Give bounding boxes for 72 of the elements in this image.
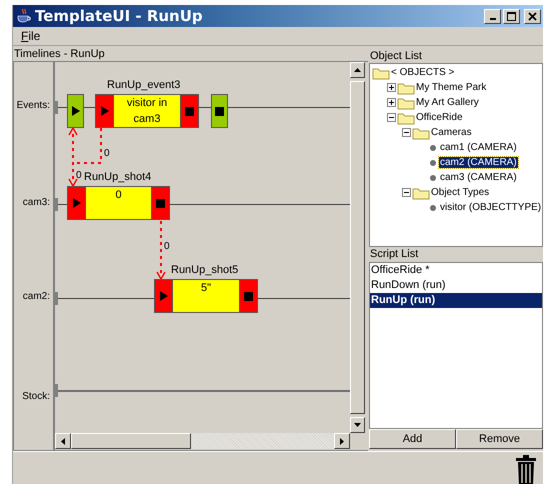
tree-item[interactable]: cam2 (CAMERA) [439,157,518,168]
delay-label: 0 [164,241,170,252]
close-button[interactable] [524,8,541,24]
trigger-start-block[interactable] [67,94,84,128]
trigger-end-block[interactable] [211,94,228,128]
scroll-right-icon [340,438,344,444]
block-text: 5" [200,281,212,296]
maximize-icon [507,12,516,20]
coffee-cup-icon [16,8,32,24]
stop-icon [156,198,165,208]
remove-button[interactable]: Remove [456,429,543,449]
lane-label: cam3: [22,197,50,208]
block-text: 0 [115,188,122,203]
play-icon [71,106,80,116]
tree-item[interactable]: cam1 (CAMERA) [439,142,518,153]
folder-icon [412,186,430,200]
tree-item[interactable]: My Theme Park [415,82,488,93]
block-text: visitor in cam3 [126,96,168,127]
dependency-arrow [156,221,166,280]
scroll-left-icon [61,438,65,444]
stop-icon [215,106,224,116]
collapse-icon[interactable] [387,113,396,122]
panel-title: Script List [369,247,420,261]
tree-item[interactable]: < OBJECTS > [390,67,456,78]
block-title: RunUp_event3 [107,79,180,91]
panel-title: Timelines - RunUp [13,47,106,61]
play-icon [100,106,109,116]
horizontal-scrollbar[interactable] [55,433,350,449]
minimize-icon [490,18,496,20]
lane-label: Events: [16,100,50,111]
trash-icon[interactable] [515,455,537,484]
shot-block[interactable]: 5" [154,279,258,313]
scroll-down-icon [354,423,361,427]
folder-icon [397,110,415,124]
menu-item[interactable]: File [19,29,42,43]
expand-icon[interactable] [387,83,396,92]
collapse-icon[interactable] [402,188,411,197]
play-icon [72,198,81,208]
lane-label: Stock: [22,391,50,402]
folder-icon [372,66,390,80]
script-item[interactable]: RunUp (run) [370,293,542,308]
event-block[interactable]: visitor in cam3 [95,94,199,128]
tree-item[interactable]: cam3 (CAMERA) [439,172,518,183]
shot-block[interactable]: 0 [67,186,170,220]
stop-icon [185,106,194,116]
folder-icon [397,96,415,110]
scroll-up-icon [354,68,361,72]
maximize-button[interactable] [503,8,520,24]
lane-label: cam2: [22,291,50,302]
delay-label: 0 [76,170,82,181]
expand-icon[interactable] [387,98,396,107]
collapse-icon[interactable] [402,128,411,137]
script-item[interactable]: OfficeRide * [370,263,542,278]
tree-item[interactable]: visitor (OBJECTTYPE) [439,202,542,213]
delay-label: 0 [104,148,110,159]
folder-icon [412,126,430,140]
script-item[interactable]: RunDown (run) [370,278,542,293]
tree-item[interactable]: My Art Gallery [415,97,480,108]
add-button[interactable]: Add [369,429,456,449]
play-icon [159,291,168,301]
panel-title: Object List [369,49,423,63]
block-title: RunUp_shot5 [171,264,238,276]
block-title: RunUp_shot4 [84,171,152,183]
minimize-button[interactable] [484,8,501,24]
tree-item[interactable]: OfficeRide [415,112,464,123]
vertical-scrollbar[interactable] [350,62,365,433]
window-title: TemplateUI - RunUp [35,7,204,25]
tree-item[interactable]: Object Types [430,187,490,198]
tree-item[interactable]: Cameras [430,127,473,138]
stop-icon [244,292,253,300]
close-icon [528,12,537,20]
folder-icon [397,80,415,94]
